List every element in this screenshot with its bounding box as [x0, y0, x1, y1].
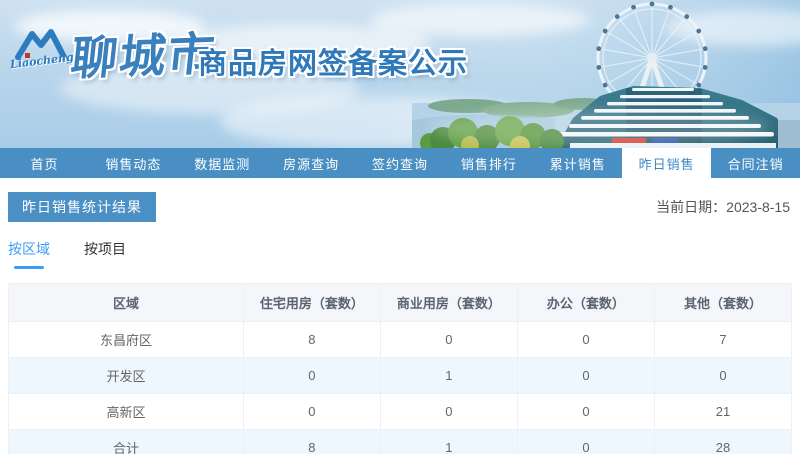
- value-cell: 8: [242, 321, 381, 358]
- value-cell: 8: [242, 429, 381, 454]
- nav-item-cumulative-sales[interactable]: 累计销售: [533, 148, 622, 178]
- col-header-residential: 住宅用房（套数）: [242, 283, 381, 322]
- value-cell: 0: [516, 357, 655, 394]
- table-row: 东昌府区 8 0 0 7: [8, 321, 793, 358]
- view-tabs: 按区域 按项目: [8, 239, 800, 269]
- region-cell: 开发区: [8, 357, 244, 394]
- site-banner: Liaocheng 聊城市 商品房网签备案公示: [0, 0, 800, 148]
- content-area: 昨日销售统计结果 当前日期：2023-8-15 按区域 按项目 区域 住宅用房（…: [0, 192, 800, 454]
- current-date: 当前日期：2023-8-15: [656, 197, 790, 217]
- value-cell: 0: [242, 357, 381, 394]
- region-cell: 东昌府区: [8, 321, 244, 358]
- nav-item-sales-dynamics[interactable]: 销售动态: [89, 148, 178, 178]
- col-header-other: 其他（套数）: [653, 283, 793, 322]
- region-cell: 高新区: [8, 393, 244, 430]
- nav-item-contract-cancel[interactable]: 合同注销: [711, 148, 800, 178]
- tab-active-underline: [14, 266, 44, 269]
- table-row: 高新区 0 0 0 21: [8, 393, 793, 430]
- value-cell: 0: [653, 357, 793, 394]
- value-cell: 28: [653, 429, 793, 454]
- value-cell: 0: [379, 393, 518, 430]
- value-cell: 0: [242, 393, 381, 430]
- region-cell: 合计: [8, 429, 244, 454]
- col-header-office: 办公（套数）: [516, 283, 655, 322]
- value-cell: 0: [516, 393, 655, 430]
- nav-item-home[interactable]: 首页: [0, 148, 89, 178]
- table-row-total: 合计 8 1 0 28: [8, 429, 793, 454]
- current-date-label: 当前日期：: [656, 199, 727, 215]
- tab-by-region[interactable]: 按区域: [8, 239, 50, 269]
- main-nav: 首页 销售动态 数据监测 房源查询 签约查询 销售排行 累计销售 昨日销售 合同…: [0, 148, 800, 178]
- table-row: 开发区 0 1 0 0: [8, 357, 793, 394]
- table-header-row: 区域 住宅用房（套数） 商业用房（套数） 办公（套数） 其他（套数）: [8, 283, 793, 322]
- value-cell: 7: [653, 321, 793, 358]
- section-title-badge: 昨日销售统计结果: [8, 192, 156, 222]
- tab-by-project[interactable]: 按项目: [84, 239, 126, 269]
- value-cell: 1: [379, 429, 518, 454]
- nav-item-data-monitor[interactable]: 数据监测: [178, 148, 267, 178]
- nav-item-listing-query[interactable]: 房源查询: [267, 148, 356, 178]
- sales-stats-table: 区域 住宅用房（套数） 商业用房（套数） 办公（套数） 其他（套数） 东昌府区 …: [8, 283, 793, 454]
- value-cell: 21: [653, 393, 793, 430]
- value-cell: 0: [516, 321, 655, 358]
- current-date-value: 2023-8-15: [726, 199, 790, 215]
- nav-item-yesterday-sales[interactable]: 昨日销售: [622, 148, 712, 178]
- nav-item-contract-query[interactable]: 签约查询: [356, 148, 445, 178]
- col-header-region: 区域: [8, 283, 244, 322]
- nav-item-sales-ranking[interactable]: 销售排行: [444, 148, 533, 178]
- value-cell: 0: [516, 429, 655, 454]
- value-cell: 0: [379, 321, 518, 358]
- value-cell: 1: [379, 357, 518, 394]
- col-header-commercial: 商业用房（套数）: [379, 283, 518, 322]
- page: Liaocheng 聊城市 商品房网签备案公示 首页 销售动态 数据监测 房源查…: [0, 0, 800, 454]
- site-title: 商品房网签备案公示: [198, 48, 469, 80]
